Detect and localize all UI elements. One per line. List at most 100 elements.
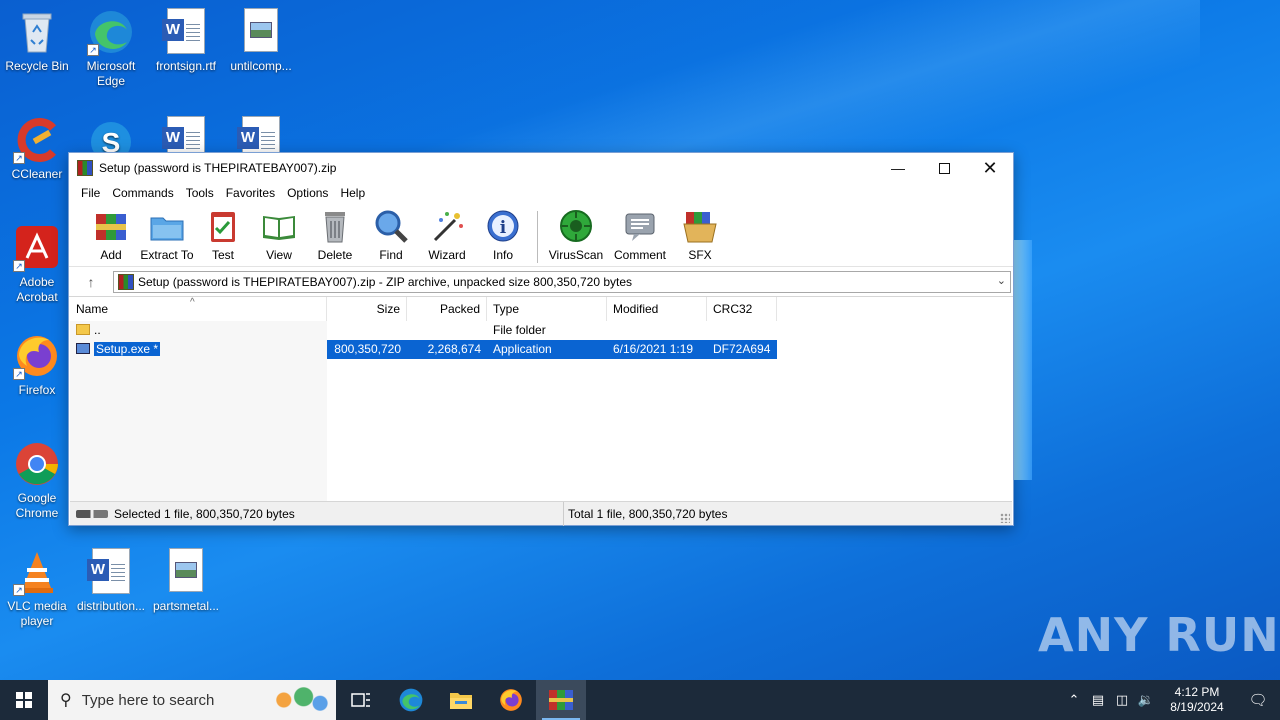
task-view-icon [351,693,370,707]
shortcut-arrow-icon: ↗ [13,368,25,380]
menu-tools[interactable]: Tools [180,186,220,200]
table-row-selected[interactable]: Setup.exe * 800,350,720 2,268,674 Applic… [70,340,777,375]
monitor-icon[interactable]: ◫ [1110,692,1134,708]
window-titlebar[interactable]: Setup (password is THEPIRATEBAY007).zip … [69,153,1013,183]
status-total: Total 1 file, 800,350,720 bytes [568,506,728,521]
arrow-up-icon: ↑ [87,273,95,290]
column-crc32[interactable]: CRC32 [707,297,777,321]
application-icon [76,343,90,354]
test-button[interactable]: Test [195,207,251,262]
add-archive-icon [92,207,130,245]
shortcut-arrow-icon: ↗ [13,584,25,596]
network-icon[interactable]: ▤ [1086,692,1110,708]
column-packed[interactable]: Packed [407,297,487,321]
minimize-icon: — [891,160,905,176]
column-name[interactable]: ^ Name [70,297,327,321]
taskbar-edge[interactable] [386,680,436,720]
search-placeholder: Type here to search [81,691,215,709]
clock[interactable]: 4:12 PM 8/19/2024 [1158,685,1236,715]
view-button[interactable]: View [251,207,307,262]
winrar-icon [549,690,573,710]
winrar-window: Setup (password is THEPIRATEBAY007).zip … [68,152,1014,526]
extract-to-button[interactable]: Extract To [139,207,195,262]
sort-ascending-icon: ^ [190,297,195,308]
column-modified[interactable]: Modified [607,297,707,321]
sfx-box-icon [681,207,719,245]
menu-commands[interactable]: Commands [106,186,179,200]
chevron-up-icon[interactable]: ⌃ [1062,692,1086,708]
shortcut-arrow-icon: ↗ [87,44,99,56]
windows-logo-icon [16,692,32,708]
taskbar-file-explorer[interactable] [436,680,486,720]
delete-button[interactable]: Delete [307,207,363,262]
address-text: Setup (password is THEPIRATEBAY007).zip … [138,274,633,289]
view-book-icon [260,207,298,245]
desktop-icon-ccleaner[interactable]: ↗ CCleaner [0,116,74,182]
desktop-icon-frontsign[interactable]: W frontsign.rtf [149,8,223,74]
status-bar: Selected 1 file, 800,350,720 bytes Total… [70,501,1012,526]
column-type[interactable]: Type [487,297,607,321]
file-list-header: ^ Name Size Packed Type Modified CRC32 [70,297,1012,321]
desktop-icon-firefox[interactable]: ↗ Firefox [0,332,74,398]
sfx-button[interactable]: SFX [672,207,728,262]
resize-grip[interactable] [1000,513,1010,523]
image-file-icon [237,8,285,56]
magnifier-icon [372,207,410,245]
virusscan-button[interactable]: VirusScan [544,207,608,262]
desktop-icon-edge[interactable]: ↗ Microsoft Edge [74,8,148,89]
add-button[interactable]: Add [83,207,139,262]
desktop-icon-acrobat[interactable]: ↗ Adobe Acrobat [0,224,74,305]
recycle-bin-icon [13,8,61,56]
up-one-level-button[interactable]: ↑ [69,274,113,290]
info-button[interactable]: i Info [475,207,531,262]
chevron-down-icon[interactable]: ⌄ [997,274,1006,287]
taskbar-winrar[interactable] [536,680,586,720]
search-icon: ⚲ [60,692,72,709]
taskbar-firefox[interactable] [486,680,536,720]
address-field[interactable]: Setup (password is THEPIRATEBAY007).zip … [113,270,1011,293]
close-button[interactable]: ✕ [967,153,1013,183]
task-view-button[interactable] [336,680,386,720]
svg-text:i: i [500,218,507,238]
search-highlight-icon [264,684,330,716]
clock-time: 4:12 PM [1174,685,1220,699]
desktop-icon-untilcomp[interactable]: untilcomp... [224,8,298,74]
desktop-icon-chrome[interactable]: Google Chrome [0,440,74,521]
maximize-button[interactable] [921,153,967,183]
wizard-button[interactable]: Wizard [419,207,475,262]
table-row[interactable]: .. File folder [70,321,777,340]
find-button[interactable]: Find [363,207,419,262]
image-file-icon [162,548,210,596]
menu-options[interactable]: Options [281,186,334,200]
desktop-icon-vlc[interactable]: ↗ VLC media player [0,548,74,629]
shortcut-arrow-icon: ↗ [13,152,25,164]
desktop-icon-partsmetal[interactable]: partsmetal... [149,548,223,614]
menu-file[interactable]: File [75,186,106,200]
minimize-button[interactable]: — [875,153,921,183]
address-row: ↑ Setup (password is THEPIRATEBAY007).zi… [69,267,1013,297]
menu-bar: File Commands Tools Favorites Options He… [69,183,1013,203]
window-title: Setup (password is THEPIRATEBAY007).zip [99,161,337,175]
firefox-icon: ↗ [13,332,61,380]
notification-icon[interactable]: 🗨 [1236,691,1280,709]
comment-button[interactable]: Comment [608,207,672,262]
word-document-icon: W [162,8,210,56]
winrar-app-icon [77,160,93,176]
drive-icon [76,509,108,518]
test-clipboard-icon [204,207,242,245]
folder-icon [76,324,90,335]
menu-favorites[interactable]: Favorites [220,186,281,200]
desktop-icon-distribution[interactable]: W distribution... [74,548,148,614]
volume-icon[interactable]: 🔉 [1134,692,1158,708]
taskbar-search[interactable]: ⚲ Type here to search [48,680,336,720]
anyrun-watermark: ANY RUN [1038,608,1280,662]
comment-icon [621,207,659,245]
column-size[interactable]: Size [327,297,407,321]
desktop-icon-recycle-bin[interactable]: Recycle Bin [0,8,74,74]
vlc-icon: ↗ [13,548,61,596]
ccleaner-icon: ↗ [13,116,61,164]
start-button[interactable] [0,680,48,720]
extract-folder-icon [148,207,186,245]
menu-help[interactable]: Help [334,186,371,200]
close-icon: ✕ [982,157,998,178]
